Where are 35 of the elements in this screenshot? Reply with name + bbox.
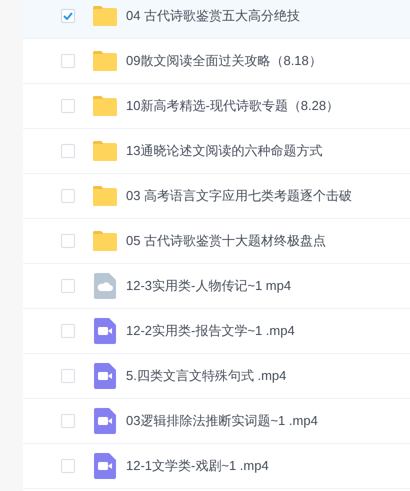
file-name[interactable]: 04 古代诗歌鉴赏五大高分绝技 [126, 6, 300, 26]
video-file-icon [94, 363, 116, 389]
folder-icon [92, 5, 118, 27]
file-name[interactable]: 05 古代诗歌鉴赏十大题材终极盘点 [126, 231, 326, 251]
folder-icon [92, 185, 118, 207]
file-name[interactable]: 13通晓论述文阅读的六种命题方式 [126, 141, 322, 161]
file-name[interactable]: 12-2实用类-报告文学~1 .mp4 [126, 321, 295, 341]
folder-icon [92, 140, 118, 162]
checkbox[interactable] [61, 234, 75, 248]
checkbox[interactable] [61, 54, 75, 68]
checkbox[interactable] [61, 459, 75, 473]
checkbox[interactable] [61, 99, 75, 113]
video-file-icon [94, 318, 116, 344]
file-name[interactable]: 09散文阅读全面过关攻略（8.18） [126, 51, 322, 71]
file-name[interactable]: 5.四类文言文特殊句式 .mp4 [126, 366, 286, 386]
video-file-icon [94, 408, 116, 434]
file-row[interactable]: 04 古代诗歌鉴赏五大高分绝技 [23, 0, 410, 39]
folder-icon [92, 50, 118, 72]
checkbox[interactable] [61, 144, 75, 158]
file-name[interactable]: 03逻辑排除法推断实词题~1 .mp4 [126, 411, 318, 431]
checkbox[interactable] [61, 279, 75, 293]
checkbox[interactable] [61, 414, 75, 428]
file-name[interactable]: 10新高考精选-现代诗歌专题（8.28） [126, 96, 340, 116]
video-file-icon [94, 453, 116, 479]
checkbox[interactable] [61, 324, 75, 338]
folder-icon [92, 95, 118, 117]
check-icon [63, 12, 73, 20]
checkbox[interactable] [61, 189, 75, 203]
folder-icon [92, 230, 118, 252]
cloud-file-icon [94, 273, 116, 299]
file-name[interactable]: 12-1文学类-戏剧~1 .mp4 [126, 456, 269, 476]
checkbox[interactable] [61, 9, 75, 23]
checkbox[interactable] [61, 369, 75, 383]
file-name[interactable]: 12-3实用类-人物传记~1 mp4 [126, 276, 292, 296]
file-name[interactable]: 03 高考语言文字应用七类考题逐个击破 [126, 186, 352, 206]
